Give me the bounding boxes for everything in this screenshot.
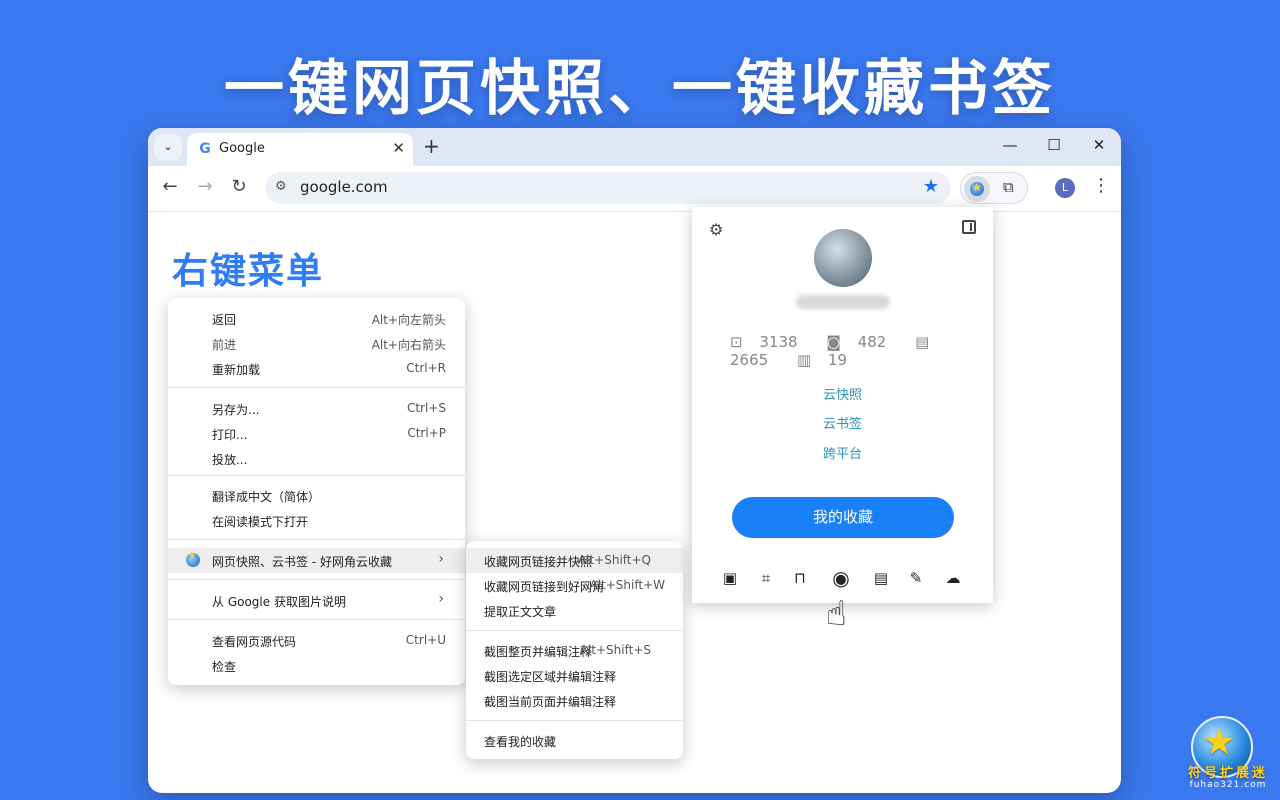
camera-icon[interactable]: ◉ xyxy=(828,566,854,590)
hand-cursor-icon: ☝ xyxy=(826,594,847,634)
menu-separator xyxy=(168,619,465,620)
link-cross-platform[interactable]: 跨平台 xyxy=(692,443,993,462)
bookmark-star-icon[interactable]: ★ xyxy=(923,176,939,197)
puzzle-icon[interactable]: ⧉ xyxy=(1003,178,1014,196)
menu-separator xyxy=(466,630,683,631)
section-title: 右键菜单 xyxy=(172,251,325,292)
crop-icon[interactable]: ⌗ xyxy=(754,569,778,587)
reload-button[interactable]: ↻ xyxy=(227,176,251,197)
close-window-button[interactable]: ✕ xyxy=(1087,136,1111,154)
menu-separator xyxy=(168,579,465,580)
my-collection-button[interactable]: 我的收藏 xyxy=(732,497,954,538)
star-icon: ★ xyxy=(1203,722,1236,763)
toolbar: ← → ↻ ⚙ google.com ★ ★ ⧉ L ⋮ xyxy=(148,166,1121,212)
menu-item-cast[interactable]: 投放... xyxy=(168,446,465,471)
chevron-right-icon: › xyxy=(438,591,444,607)
submenu-item-screenshot-visible[interactable]: 截图当前页面并编辑注释 xyxy=(466,688,683,713)
context-menu: 返回 Alt+向左箭头 前进 Alt+向右箭头 重新加载 Ctrl+R 另存为... C… xyxy=(168,298,465,685)
submenu-item-screenshot-full[interactable]: 截图整页并编辑注释 Alt+Shift+S xyxy=(466,638,683,663)
extensions-group: ★ ⧉ xyxy=(960,172,1028,204)
menu-separator xyxy=(168,539,465,540)
stats-row: ⊡ 3138 ◙ 482 ▤ 2665 ▥ 19 xyxy=(730,333,993,369)
cloud-upload-icon[interactable]: ☁ xyxy=(941,569,965,587)
google-icon: G xyxy=(199,141,211,157)
tool-bar: ▣ ⌗ ⊓ ◉ ▤ ✎ ☁ xyxy=(692,566,993,593)
word-doc-icon: ▥ xyxy=(796,351,812,369)
tab-search-button[interactable]: ⌄ xyxy=(154,134,182,160)
stat-bookmarks[interactable]: ⊡ 3138 xyxy=(730,333,810,351)
submenu-item-extract-article[interactable]: 提取正文文章 xyxy=(466,598,683,623)
tab-title: Google xyxy=(219,141,265,156)
menu-item-extension[interactable]: ★ 网页快照、云书签 - 好网角云收藏 › xyxy=(168,548,465,573)
gear-icon[interactable]: ⚙ xyxy=(709,220,723,239)
extension-popup: ⚙ ⊡ 3138 ◙ 482 ▤ 2665 ▥ 19 云快照 云书签 跨平台 我… xyxy=(692,207,993,603)
menu-item-reload[interactable]: 重新加载 Ctrl+R xyxy=(168,356,465,381)
side-panel-icon[interactable] xyxy=(962,220,976,234)
tab-google[interactable]: G Google ✕ xyxy=(187,133,413,166)
bookmark-icon: ⊡ xyxy=(730,333,743,351)
extension-globe-icon[interactable]: ★ xyxy=(964,176,990,202)
address-bar[interactable]: ⚙ google.com ★ xyxy=(265,172,951,204)
document-icon: ▤ xyxy=(915,333,930,351)
headline: 一键网页快照、一键收藏书签 xyxy=(224,54,1056,124)
extension-submenu: 收藏网页链接并快照 Alt+Shift+Q 收藏网页链接到好网角 Alt+Shift… xyxy=(466,541,683,759)
link-cloud-bookmark[interactable]: 云书签 xyxy=(692,413,993,432)
new-tab-button[interactable]: + xyxy=(423,134,440,158)
submenu-item-screenshot-area[interactable]: 截图选定区域并编辑注释 xyxy=(466,663,683,688)
user-name-blurred xyxy=(796,295,890,309)
chevron-right-icon: › xyxy=(438,551,444,567)
url-text: google.com xyxy=(300,178,388,196)
menu-item-inspect[interactable]: 检查 xyxy=(168,653,465,678)
menu-separator xyxy=(168,387,465,388)
submenu-item-collect-snapshot[interactable]: 收藏网页链接并快照 Alt+Shift+Q xyxy=(466,548,683,573)
bookmark-icon[interactable]: ⊓ xyxy=(788,569,812,587)
submenu-item-collect-link[interactable]: 收藏网页链接到好网角 Alt+Shift+W xyxy=(466,573,683,598)
site-info-icon[interactable]: ⚙ xyxy=(275,179,287,194)
submenu-item-my-collection[interactable]: 查看我的收藏 xyxy=(466,728,683,753)
image-icon[interactable]: ▣ xyxy=(718,569,742,587)
browser-window: ⌄ G Google ✕ + — ☐ ✕ ← → ↻ ⚙ google.com … xyxy=(148,128,1121,793)
link-cloud-snapshot[interactable]: 云快照 xyxy=(692,384,993,403)
pencil-icon[interactable]: ✎ xyxy=(904,569,928,587)
maximize-button[interactable]: ☐ xyxy=(1042,136,1066,154)
minimize-button[interactable]: — xyxy=(998,136,1022,154)
menu-separator xyxy=(168,475,465,476)
menu-item-image-description[interactable]: 从 Google 获取图片说明 › xyxy=(168,588,465,613)
close-tab-icon[interactable]: ✕ xyxy=(392,139,405,157)
menu-item-forward[interactable]: 前进 Alt+向右箭头 xyxy=(168,331,465,356)
site-logo: ★ 符号扩展迷 fuhao321.com xyxy=(1183,712,1273,798)
menu-item-back[interactable]: 返回 Alt+向左箭头 xyxy=(168,306,465,331)
menu-item-translate[interactable]: 翻译成中文（简体） xyxy=(168,483,465,508)
user-avatar xyxy=(814,229,872,287)
tab-strip: ⌄ G Google ✕ + — ☐ ✕ xyxy=(148,128,1121,166)
camera-icon: ◙ xyxy=(826,333,841,351)
extension-globe-icon: ★ xyxy=(186,551,200,567)
menu-separator xyxy=(466,720,683,721)
menu-item-save-as[interactable]: 另存为... Ctrl+S xyxy=(168,396,465,421)
stat-docs[interactable]: ▥ 19 xyxy=(797,351,859,369)
back-button[interactable]: ← xyxy=(158,176,182,197)
menu-item-reading-mode[interactable]: 在阅读模式下打开 xyxy=(168,508,465,533)
document-icon[interactable]: ▤ xyxy=(869,569,893,587)
menu-item-view-source[interactable]: 查看网页源代码 Ctrl+U xyxy=(168,628,465,653)
menu-item-print[interactable]: 打印... Ctrl+P xyxy=(168,421,465,446)
stat-snapshots[interactable]: ◙ 482 xyxy=(826,333,898,351)
forward-button[interactable]: → xyxy=(193,176,217,197)
more-menu-icon[interactable]: ⋮ xyxy=(1092,175,1110,196)
profile-avatar[interactable]: L xyxy=(1055,178,1075,198)
